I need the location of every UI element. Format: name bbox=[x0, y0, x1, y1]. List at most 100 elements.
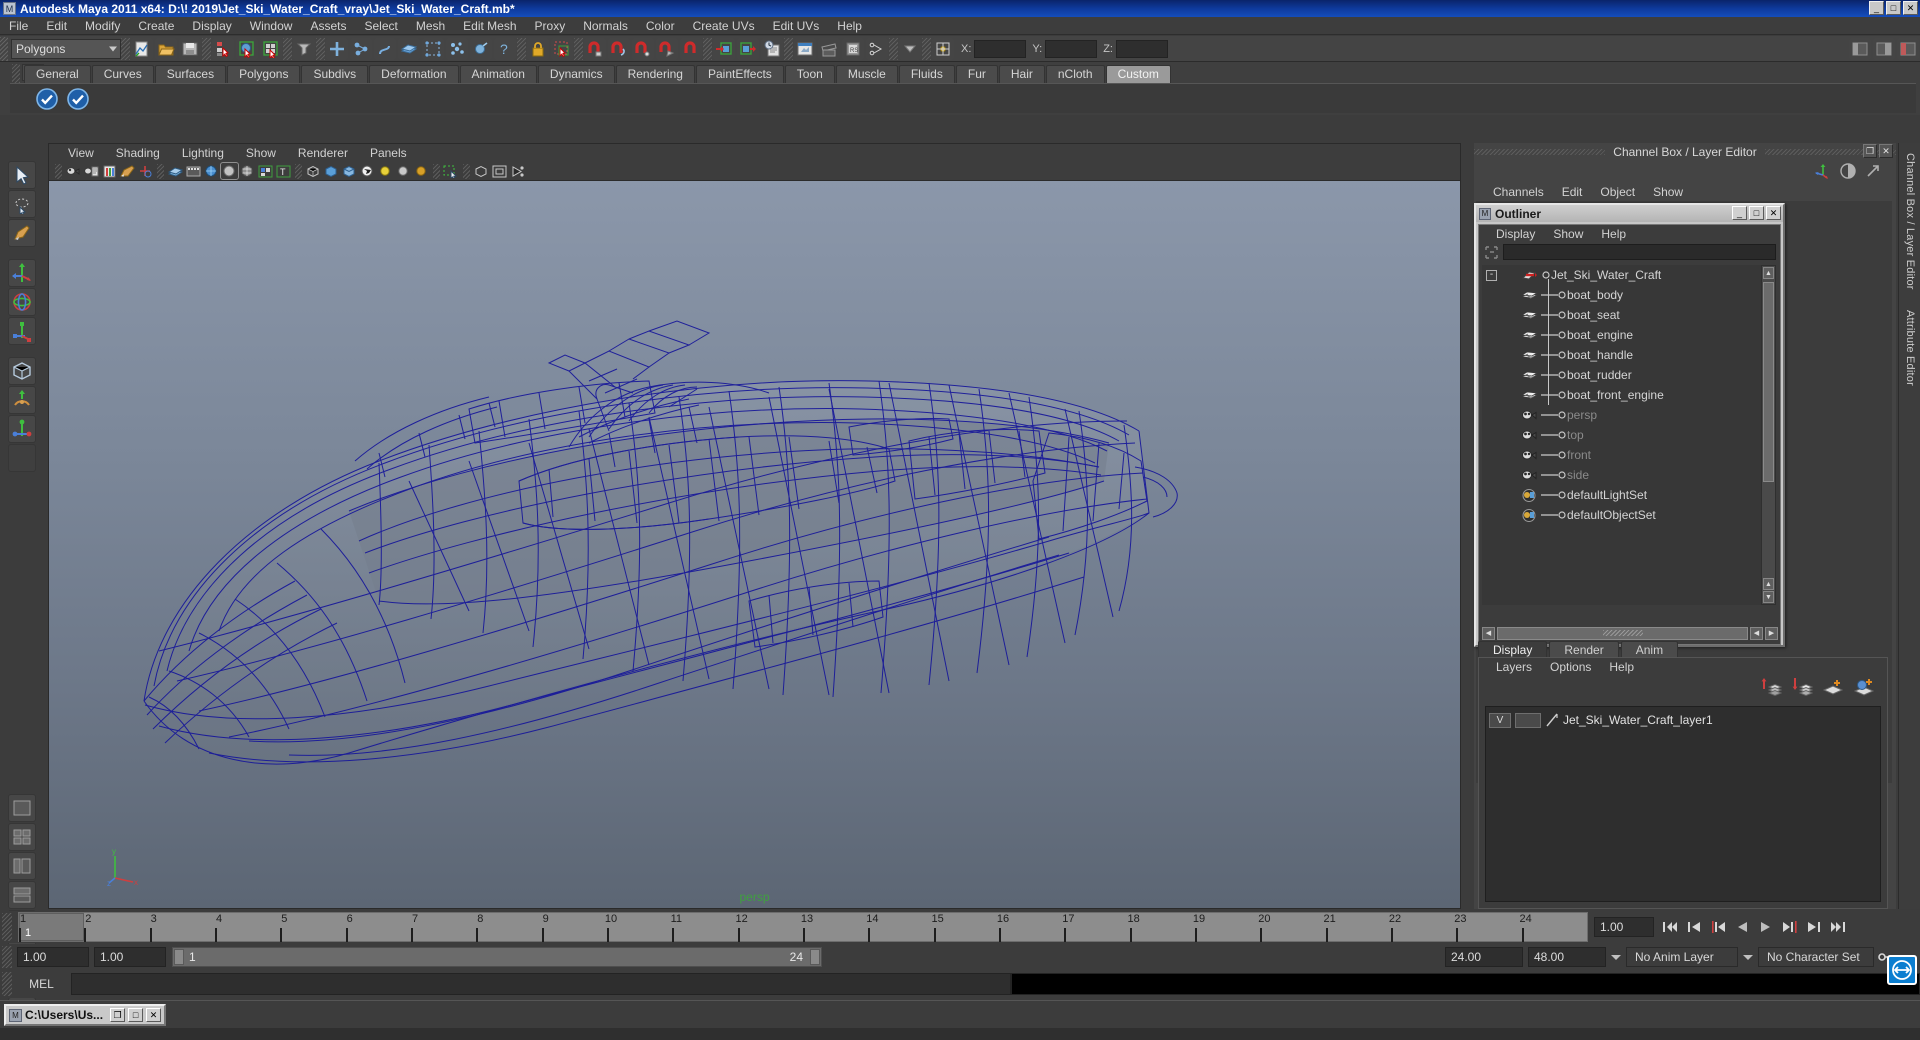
light-yellow-icon[interactable] bbox=[377, 163, 394, 179]
shaded-wireframe-icon[interactable] bbox=[239, 163, 256, 179]
shelf-tab-hair[interactable]: Hair bbox=[998, 65, 1045, 83]
quick-layout-hypershade-icon[interactable] bbox=[8, 881, 36, 909]
snap-to-curve-icon[interactable] bbox=[608, 37, 630, 60]
light-gray-icon[interactable] bbox=[395, 163, 412, 179]
anim-layer-selector[interactable]: No Anim Layer bbox=[1626, 947, 1738, 967]
save-scene-icon[interactable] bbox=[179, 37, 201, 60]
vtab-attribute-editor[interactable]: Attribute Editor bbox=[1899, 300, 1920, 396]
outliner-menu-display[interactable]: Display bbox=[1487, 227, 1544, 241]
command-language-label[interactable]: MEL bbox=[12, 977, 71, 991]
outliner-scroll-thumb[interactable] bbox=[1763, 282, 1774, 482]
lasso-tool-icon[interactable] bbox=[8, 190, 36, 218]
layer-list[interactable]: V Jet_Ski_Water_Craft_layer1 bbox=[1485, 706, 1881, 902]
layer-menu-options[interactable]: Options bbox=[1541, 660, 1600, 674]
channel-box-menu-edit[interactable]: Edit bbox=[1553, 185, 1592, 199]
grid-toggle-icon[interactable] bbox=[167, 163, 184, 179]
smooth-shade-all-icon[interactable] bbox=[341, 163, 358, 179]
select-deformer-icon[interactable] bbox=[422, 37, 444, 60]
menu-item-edit-mesh[interactable]: Edit Mesh bbox=[454, 18, 525, 34]
new-layer-icon[interactable] bbox=[1822, 677, 1844, 700]
outliner-item-boat_engine[interactable]: boat_engine bbox=[1482, 325, 1767, 345]
shelf-check-icon-2[interactable] bbox=[65, 86, 90, 111]
camera-attributes-icon[interactable] bbox=[83, 163, 100, 179]
smooth-shade-icon[interactable] bbox=[220, 162, 239, 180]
channel-box-half-circle-icon[interactable] bbox=[1839, 162, 1857, 183]
rotate-tool-icon[interactable] bbox=[8, 288, 36, 316]
show-manipulator-icon[interactable] bbox=[8, 415, 36, 443]
range-slider-right-handle[interactable] bbox=[810, 949, 820, 965]
command-input-field[interactable] bbox=[71, 973, 1012, 995]
minimize-button[interactable]: _ bbox=[1869, 1, 1884, 15]
menu-item-window[interactable]: Window bbox=[241, 18, 302, 34]
viewport-menu-renderer[interactable]: Renderer bbox=[287, 146, 359, 160]
menu-item-edit-uvs[interactable]: Edit UVs bbox=[764, 18, 829, 34]
outliner-item-boat_front_engine[interactable]: boat_front_engine bbox=[1482, 385, 1767, 405]
display-component-icon[interactable] bbox=[491, 163, 508, 179]
animation-end-time-field[interactable]: 48.00 bbox=[1528, 947, 1606, 967]
anim-layer-chevron-icon[interactable] bbox=[1608, 947, 1624, 967]
quick-layout-four-icon[interactable] bbox=[8, 823, 36, 851]
output-connections-icon[interactable] bbox=[737, 37, 759, 60]
play-backwards-icon[interactable] bbox=[1731, 916, 1753, 938]
current-time-field[interactable]: 1.00 bbox=[1594, 917, 1654, 937]
snap-to-grid-icon[interactable] bbox=[584, 37, 606, 60]
layer-down-icon[interactable] bbox=[1791, 677, 1814, 700]
shelf-tab-curves[interactable]: Curves bbox=[91, 65, 154, 83]
menu-item-proxy[interactable]: Proxy bbox=[526, 18, 575, 34]
outliner-title-bar[interactable]: M Outliner _ □ ✕ bbox=[1476, 205, 1783, 222]
select-surface-icon[interactable] bbox=[398, 37, 420, 60]
bookmarks-icon[interactable] bbox=[101, 163, 118, 179]
coord-x-field[interactable] bbox=[974, 39, 1027, 58]
menu-item-mesh[interactable]: Mesh bbox=[407, 18, 454, 34]
soft-modification-icon[interactable] bbox=[8, 386, 36, 414]
command-line-grip[interactable] bbox=[2, 972, 12, 996]
shelf-tab-surfaces[interactable]: Surfaces bbox=[154, 65, 227, 83]
teamviewer-icon[interactable] bbox=[1887, 955, 1917, 985]
menu-item-color[interactable]: Color bbox=[637, 18, 684, 34]
menu-item-create[interactable]: Create bbox=[129, 18, 183, 34]
go-to-end-icon[interactable] bbox=[1827, 916, 1849, 938]
menu-set-selector[interactable]: Polygons bbox=[11, 38, 121, 59]
default-material-icon[interactable] bbox=[359, 163, 376, 179]
menu-item-select[interactable]: Select bbox=[355, 18, 406, 34]
menu-item-edit[interactable]: Edit bbox=[37, 18, 76, 34]
vtab-channel-box[interactable]: Channel Box / Layer Editor bbox=[1899, 143, 1920, 300]
range-end-time-field[interactable]: 24.00 bbox=[1445, 947, 1523, 967]
channel-box-menu-object[interactable]: Object bbox=[1591, 185, 1644, 199]
show-attribute-editor-icon[interactable] bbox=[1873, 37, 1895, 60]
go-to-start-icon[interactable] bbox=[1659, 916, 1681, 938]
quick-layout-persp-outliner-icon[interactable] bbox=[8, 852, 36, 880]
outliner-item-boat_body[interactable]: boat_body bbox=[1482, 285, 1767, 305]
taskbar-close-button[interactable]: ✕ bbox=[146, 1008, 162, 1022]
outliner-item-defaultlightset[interactable]: defaultLightSet bbox=[1482, 485, 1767, 505]
step-forward-keyframe-icon[interactable] bbox=[1803, 916, 1825, 938]
range-slider-grip[interactable] bbox=[2, 946, 12, 968]
shelf-check-icon-1[interactable] bbox=[34, 86, 59, 111]
select-rendering-icon[interactable] bbox=[470, 37, 492, 60]
outliner-item-side[interactable]: side bbox=[1482, 465, 1767, 485]
select-by-hierarchy-icon[interactable] bbox=[212, 37, 234, 60]
hypershade-icon[interactable] bbox=[866, 37, 888, 60]
shelf-tab-painteffects[interactable]: PaintEffects bbox=[695, 65, 784, 83]
outliner-scroll-down-button-2[interactable]: ▼ bbox=[1763, 591, 1774, 603]
snap-to-live-icon[interactable] bbox=[680, 37, 702, 60]
film-gate-icon[interactable] bbox=[185, 163, 202, 179]
shelf-tab-dynamics[interactable]: Dynamics bbox=[537, 65, 615, 83]
channel-box-menu-channels[interactable]: Channels bbox=[1484, 185, 1553, 199]
show-tool-settings-icon[interactable] bbox=[1897, 37, 1919, 60]
image-plane-icon[interactable] bbox=[119, 163, 136, 179]
two-d-pan-zoom-icon[interactable] bbox=[137, 163, 154, 179]
layer-list-item[interactable]: V Jet_Ski_Water_Craft_layer1 bbox=[1486, 710, 1880, 730]
universal-manipulator-icon[interactable] bbox=[8, 357, 36, 385]
shelf-tab-muscle[interactable]: Muscle bbox=[835, 65, 898, 83]
move-tool-icon[interactable] bbox=[8, 259, 36, 287]
viewport-menu-show[interactable]: Show bbox=[235, 146, 287, 160]
taskbar-restore-button[interactable]: ❐ bbox=[110, 1008, 126, 1022]
outliner-filter-icon[interactable] bbox=[1483, 244, 1499, 260]
command-output-field[interactable] bbox=[1011, 973, 1920, 995]
shelf-tab-toon[interactable]: Toon bbox=[784, 65, 835, 83]
play-forwards-icon[interactable] bbox=[1755, 916, 1777, 938]
outliner-scroll-up-button[interactable]: ▲ bbox=[1763, 267, 1774, 279]
layer-editor-tab-anim[interactable]: Anim bbox=[1620, 641, 1679, 658]
menu-item-assets[interactable]: Assets bbox=[301, 18, 355, 34]
